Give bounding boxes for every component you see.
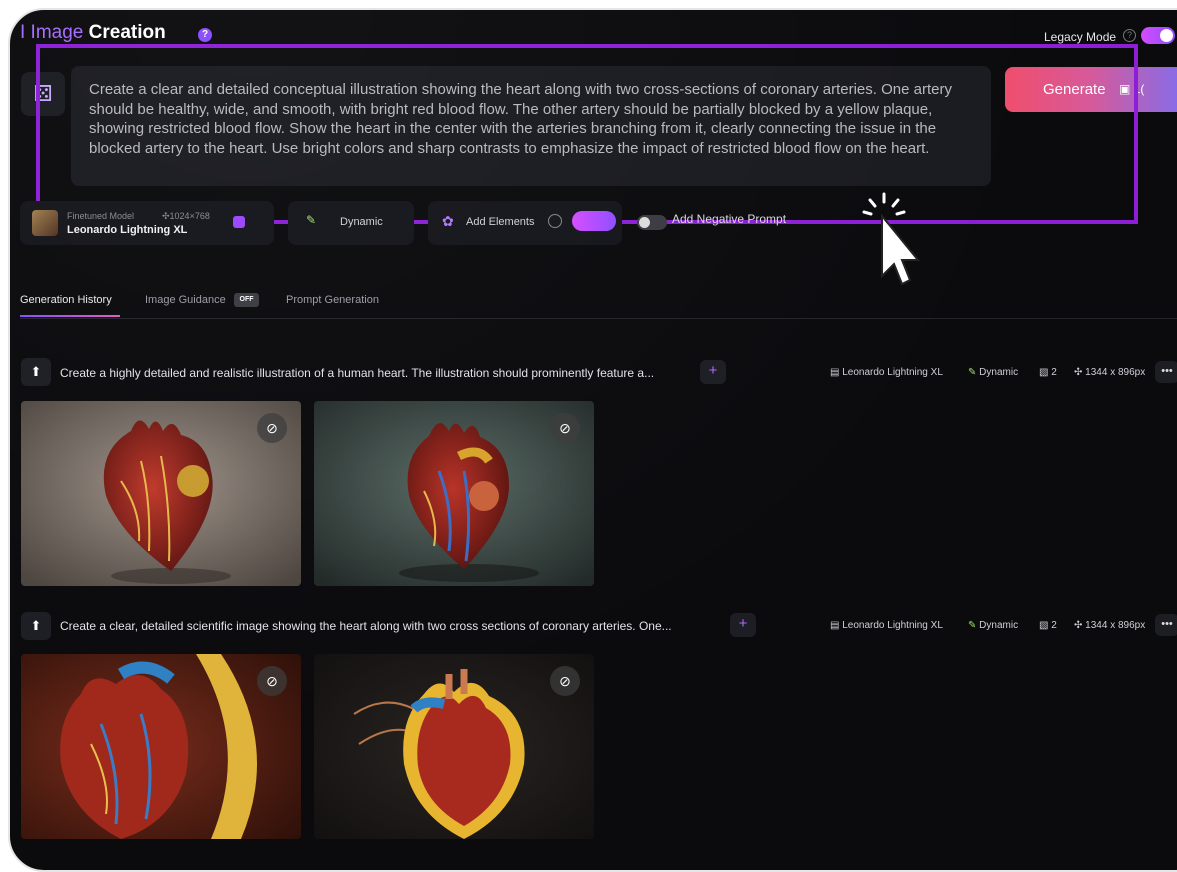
generation-size-label: 1344 x 896px (1085, 620, 1146, 631)
info-icon[interactable] (548, 214, 562, 228)
tab-generation-history[interactable]: Generation History (20, 294, 112, 306)
generation-prompt: Create a clear, detailed scientific imag… (60, 619, 672, 633)
generation-size-label: 1344 x 896px (1085, 367, 1146, 378)
generation-model-label: Leonardo Lightning XL (842, 367, 943, 378)
arrow-up-icon: ⬆ (30, 364, 42, 379)
negative-prompt-toggle[interactable] (637, 215, 667, 230)
reuse-prompt-button[interactable]: ⬆ (21, 612, 51, 640)
add-prompt-button[interactable]: + (700, 360, 726, 384)
hide-image-icon[interactable]: ⊘ (257, 666, 287, 696)
title-prefix: I Image (20, 22, 84, 43)
page-title: I Image Creation (20, 22, 166, 44)
generated-image[interactable]: ⊘ (314, 401, 594, 586)
more-options-button[interactable]: ••• (1155, 361, 1177, 383)
more-options-button[interactable]: ••• (1155, 614, 1177, 636)
pointer-cursor-icon (862, 192, 921, 286)
elements-icon: ✿ (442, 213, 454, 229)
image-guidance-off-badge: OFF (234, 293, 259, 307)
elements-label: Add Elements (466, 216, 535, 228)
model-sublabel: Finetuned Model (67, 211, 135, 221)
title-main: Creation (88, 22, 166, 43)
legacy-help-icon[interactable]: ? (1123, 29, 1136, 42)
tab-image-guidance[interactable]: Image Guidance (145, 294, 226, 306)
app-window: I Image Creation ? Legacy Mode ? ⚄ Creat… (8, 8, 1177, 872)
add-prompt-button[interactable]: + (730, 613, 756, 637)
generation-prompt: Create a highly detailed and realistic i… (60, 366, 655, 380)
tab-divider (20, 318, 1177, 319)
active-tab-indicator (20, 315, 120, 317)
model-icon: ▤ (830, 367, 840, 378)
help-icon[interactable]: ? (198, 28, 212, 42)
arrow-up-icon: ⬆ (30, 618, 42, 633)
images-icon: ▧ (1039, 620, 1049, 631)
legacy-mode-label: Legacy Mode (1044, 30, 1117, 44)
generation-count: ▧ 2 (1039, 620, 1057, 631)
model-badge-icon (233, 216, 245, 228)
generation-model-label: Leonardo Lightning XL (842, 620, 943, 631)
model-name: Leonardo Lightning XL (67, 224, 188, 236)
reuse-prompt-button[interactable]: ⬆ (21, 358, 51, 386)
generation-count-label: 2 (1051, 620, 1057, 631)
new-badge (572, 211, 616, 231)
resize-icon: ✣ (1074, 367, 1083, 378)
model-icon: ▤ (830, 620, 840, 631)
generation-size: ✣ 1344 x 896px (1074, 620, 1145, 631)
negative-prompt-label: Add Negative Prompt (672, 212, 787, 226)
brush-icon: ✎ (968, 367, 977, 378)
style-label: Dynamic (340, 216, 383, 228)
generation-style-label: Dynamic (979, 367, 1019, 378)
hide-image-icon[interactable]: ⊘ (550, 666, 580, 696)
generation-model: ▤ Leonardo Lightning XL (830, 367, 943, 378)
images-icon: ▧ (1039, 367, 1049, 378)
resize-icon: ✣ (1074, 620, 1083, 631)
generation-model: ▤ Leonardo Lightning XL (830, 620, 943, 631)
hide-image-icon[interactable]: ⊘ (257, 413, 287, 443)
model-thumbnail (32, 210, 58, 236)
generation-style-label: Dynamic (979, 620, 1019, 631)
generation-style: ✎ Dynamic (968, 367, 1018, 378)
generation-style: ✎ Dynamic (968, 620, 1018, 631)
prompt-highlight-box (36, 44, 1138, 224)
generation-size: ✣ 1344 x 896px (1074, 367, 1145, 378)
tab-prompt-generation[interactable]: Prompt Generation (286, 294, 379, 306)
generation-count-label: 2 (1051, 367, 1057, 378)
legacy-mode-toggle[interactable] (1141, 27, 1175, 44)
brush-icon: ✎ (306, 213, 317, 227)
generation-count: ▧ 2 (1039, 367, 1057, 378)
generated-image[interactable]: ⊘ (21, 401, 301, 586)
model-dimensions: ✣1024×768 (162, 211, 210, 221)
generated-image[interactable]: ⊘ (314, 654, 594, 839)
brush-icon: ✎ (968, 620, 977, 631)
hide-image-icon[interactable]: ⊘ (550, 413, 580, 443)
generated-image[interactable]: ⊘ (21, 654, 301, 839)
